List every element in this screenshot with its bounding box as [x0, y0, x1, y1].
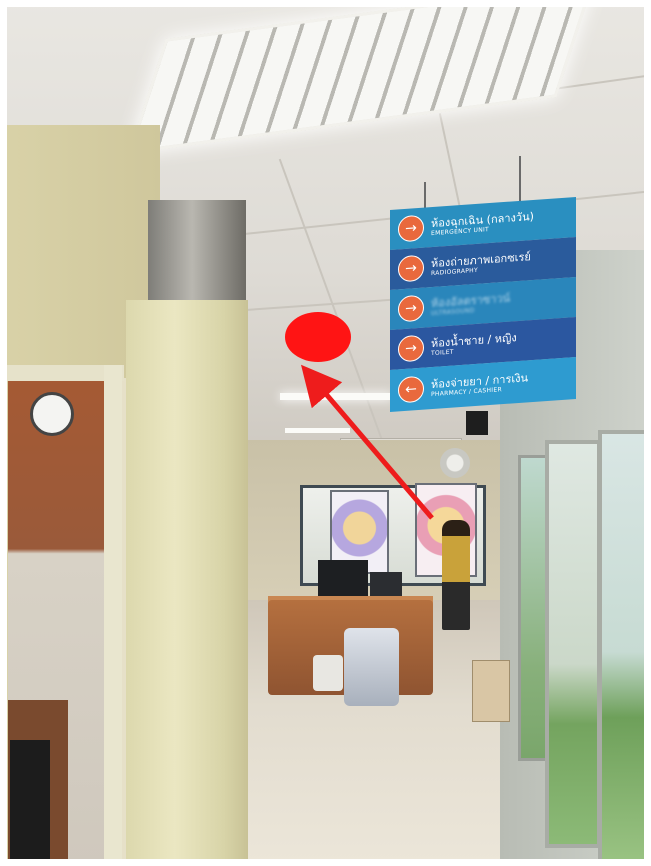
target-marker [285, 312, 351, 362]
photo-frame: → ห้องฉุกเฉิน (กลางวัน) EMERGENCY UNIT →… [0, 0, 651, 866]
annotation-overlay [301, 364, 434, 520]
annotation-arrow [301, 364, 434, 520]
